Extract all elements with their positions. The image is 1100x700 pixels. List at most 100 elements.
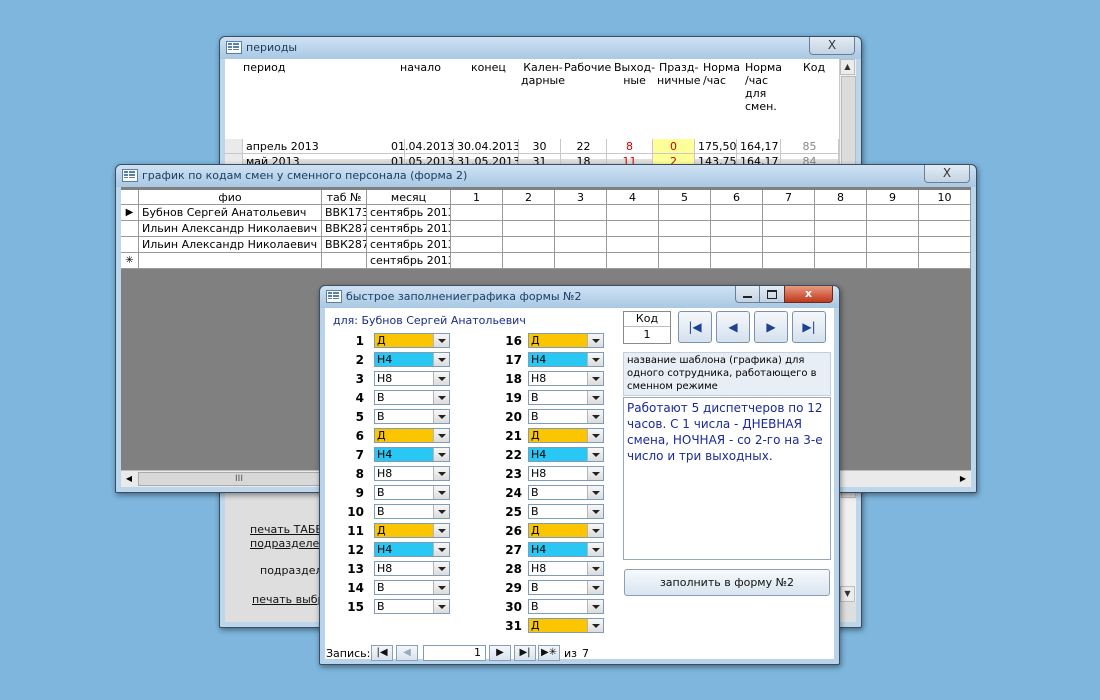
- day-shift-combo[interactable]: Н4: [528, 447, 604, 462]
- chevron-down-icon[interactable]: [433, 429, 449, 442]
- grid-day-cell[interactable]: [607, 205, 659, 221]
- code-value[interactable]: 1: [624, 327, 670, 343]
- grid-day-cell[interactable]: [659, 221, 711, 237]
- row-selector[interactable]: [225, 139, 243, 154]
- day-shift-combo[interactable]: Д: [528, 333, 604, 348]
- day-shift-combo[interactable]: В: [374, 504, 450, 519]
- grid-cell-tab[interactable]: ВВК287: [322, 237, 367, 253]
- day-shift-combo[interactable]: Н4: [374, 542, 450, 557]
- chevron-down-icon[interactable]: [587, 562, 603, 575]
- grid-day-cell[interactable]: [659, 253, 711, 269]
- grid-cell-name[interactable]: Ильин Александр Николаевич: [139, 221, 322, 237]
- record-selector[interactable]: ✳: [121, 253, 139, 269]
- chevron-down-icon[interactable]: [433, 562, 449, 575]
- rec-last-button[interactable]: ▶|: [514, 645, 536, 661]
- day-shift-combo[interactable]: В: [528, 390, 604, 405]
- chevron-down-icon[interactable]: [433, 543, 449, 556]
- chevron-down-icon[interactable]: [587, 372, 603, 385]
- chevron-down-icon[interactable]: [433, 467, 449, 480]
- day-shift-combo[interactable]: Д: [528, 523, 604, 538]
- cell-norm[interactable]: 175,50: [695, 139, 737, 154]
- grid-cell-tab[interactable]: ВВК173: [322, 205, 367, 221]
- grid-titlebar[interactable]: график по кодам смен у сменного персонал…: [116, 165, 976, 187]
- grid-cell-name[interactable]: [139, 253, 322, 269]
- grid-day-cell[interactable]: [815, 253, 867, 269]
- grid-day-cell[interactable]: [867, 205, 919, 221]
- grid-day-cell[interactable]: [555, 237, 607, 253]
- grid-cell-name[interactable]: Ильин Александр Николаевич: [139, 237, 322, 253]
- close-button[interactable]: X: [809, 37, 855, 55]
- scroll-right-button[interactable]: ▶: [955, 471, 971, 486]
- grid-cell-name[interactable]: Бубнов Сергей Анатольевич: [139, 205, 322, 221]
- rec-current-input[interactable]: 1: [423, 645, 486, 661]
- periods-titlebar[interactable]: периоды X: [220, 37, 861, 59]
- chevron-down-icon[interactable]: [587, 429, 603, 442]
- grid-header[interactable]: 10: [919, 190, 971, 205]
- grid-day-cell[interactable]: [815, 205, 867, 221]
- cell-end[interactable]: 30.04.2013: [454, 139, 519, 154]
- first-record-button[interactable]: |◀: [678, 311, 712, 343]
- day-shift-combo[interactable]: В: [528, 504, 604, 519]
- grid-cell-tab[interactable]: [322, 253, 367, 269]
- day-shift-combo[interactable]: Н4: [374, 352, 450, 367]
- day-shift-combo[interactable]: Н8: [528, 561, 604, 576]
- cell-code[interactable]: 85: [781, 139, 839, 154]
- chevron-down-icon[interactable]: [587, 505, 603, 518]
- grid-header[interactable]: фио: [139, 190, 322, 205]
- grid-header[interactable]: 9: [867, 190, 919, 205]
- chevron-down-icon[interactable]: [433, 353, 449, 366]
- chevron-down-icon[interactable]: [587, 581, 603, 594]
- grid-cell-tab[interactable]: ВВК287: [322, 221, 367, 237]
- grid-header[interactable]: таб №: [322, 190, 367, 205]
- fill-form-button[interactable]: заполнить в форму №2: [624, 569, 830, 596]
- rec-first-button[interactable]: |◀: [371, 645, 393, 661]
- chevron-down-icon[interactable]: [587, 619, 603, 632]
- chevron-down-icon[interactable]: [433, 410, 449, 423]
- prev-record-button[interactable]: ◀: [716, 311, 750, 343]
- grid-header[interactable]: 2: [503, 190, 555, 205]
- grid-day-cell[interactable]: [711, 205, 763, 221]
- grid-cell-month[interactable]: сентябрь 2013: [367, 237, 451, 253]
- cell-start[interactable]: 01.04.2013: [388, 139, 454, 154]
- day-shift-combo[interactable]: Н8: [374, 466, 450, 481]
- minimize-button[interactable]: [735, 286, 761, 303]
- next-record-button[interactable]: ▶: [754, 311, 788, 343]
- chevron-down-icon[interactable]: [433, 505, 449, 518]
- day-shift-combo[interactable]: В: [374, 599, 450, 614]
- grid-cell-month[interactable]: сентябрь 2013: [367, 221, 451, 237]
- cell-norm-shift[interactable]: 164,17: [737, 139, 781, 154]
- cell-holiday[interactable]: 0: [653, 139, 695, 154]
- day-shift-combo[interactable]: Н8: [528, 371, 604, 386]
- grid-cell-month[interactable]: сентябрь 2013: [367, 253, 451, 269]
- grid-day-cell[interactable]: [503, 237, 555, 253]
- grid-day-cell[interactable]: [919, 221, 971, 237]
- grid-header[interactable]: месяц: [367, 190, 451, 205]
- grid-day-cell[interactable]: [503, 205, 555, 221]
- day-shift-combo[interactable]: Н8: [374, 371, 450, 386]
- grid-day-cell[interactable]: [555, 253, 607, 269]
- record-selector[interactable]: ▶: [121, 205, 139, 221]
- period-row[interactable]: апрель 2013 01.04.2013 30.04.2013 30 22 8 0 175…: [225, 139, 845, 154]
- grid-day-cell[interactable]: [555, 205, 607, 221]
- last-record-button[interactable]: ▶|: [792, 311, 826, 343]
- grid-day-cell[interactable]: [919, 205, 971, 221]
- scroll-left-button[interactable]: ◀: [121, 471, 137, 486]
- day-shift-combo[interactable]: Д: [374, 333, 450, 348]
- grid-day-cell[interactable]: [607, 221, 659, 237]
- grid-cell-month[interactable]: сентябрь 2013: [367, 205, 451, 221]
- grid-day-cell[interactable]: [867, 221, 919, 237]
- grid-day-cell[interactable]: [555, 221, 607, 237]
- day-shift-combo[interactable]: Д: [374, 428, 450, 443]
- grid-day-cell[interactable]: [763, 205, 815, 221]
- grid-day-cell[interactable]: [711, 253, 763, 269]
- day-shift-combo[interactable]: Н4: [528, 352, 604, 367]
- day-shift-combo[interactable]: Д: [528, 618, 604, 633]
- grid-header[interactable]: 7: [763, 190, 815, 205]
- grid-day-cell[interactable]: [659, 237, 711, 253]
- day-shift-combo[interactable]: В: [374, 580, 450, 595]
- day-shift-combo[interactable]: Н8: [374, 561, 450, 576]
- chevron-down-icon[interactable]: [433, 372, 449, 385]
- department-link[interactable]: подразделе: [250, 537, 319, 550]
- grid-header[interactable]: 1: [451, 190, 503, 205]
- day-shift-combo[interactable]: Д: [374, 523, 450, 538]
